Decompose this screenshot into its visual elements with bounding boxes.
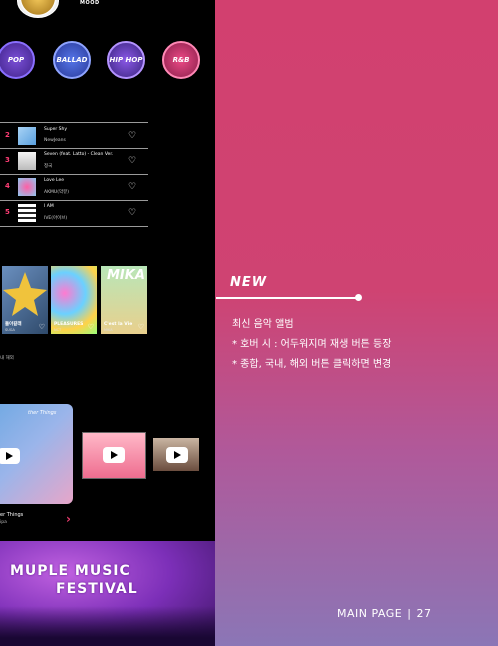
chart-row[interactable]: 3 Seven (feat. Latto) - Clean Ver. 정국 ♡ (0, 149, 148, 174)
album-cover (18, 127, 36, 145)
app-screenshot-panel: MOOD POP BALLAD HIP HOP R&B 2 Super Shy … (0, 0, 215, 646)
page-footer: MAIN PAGE | 27 (337, 607, 431, 620)
album-cover (18, 178, 36, 196)
play-icon[interactable] (0, 448, 20, 464)
chart-rank: 3 (5, 156, 10, 164)
genre-rnb-button[interactable]: R&B (162, 41, 200, 79)
album-artist: SUGA (5, 328, 15, 332)
genre-ballad-button[interactable]: BALLAD (53, 41, 91, 79)
mood-label: MOOD (80, 0, 100, 6)
song-title: I AM (44, 204, 54, 209)
footer-separator: | (407, 607, 412, 620)
chart-row[interactable]: 5 I AM IVE(아이브) ♡ (0, 201, 148, 226)
album-card[interactable]: 돌아갈래 SUGA ♡ (2, 266, 48, 334)
song-artist: IVE(아이브) (44, 216, 68, 221)
chart-rank: 4 (5, 182, 10, 190)
album-title: PLEASURES (54, 322, 84, 327)
album-cover (18, 204, 36, 222)
genre-pop-button[interactable]: POP (0, 41, 35, 79)
chart-rank: 5 (5, 208, 10, 216)
star-art-icon (3, 272, 47, 316)
album-card[interactable]: MIKA C'est la Vie MIKA ♡ (101, 266, 147, 334)
play-icon[interactable] (166, 447, 188, 463)
heart-play-icon[interactable]: ♡ (88, 323, 94, 331)
heart-play-icon[interactable]: ♡ (128, 131, 140, 141)
album-title: 돌아갈래 (5, 322, 22, 327)
album-tabs[interactable]: 내 해외 (0, 355, 14, 361)
festival-title-line1: MUPLE MUSIC (10, 563, 131, 579)
festival-banner[interactable]: MUPLE MUSIC FESTIVAL (0, 541, 215, 646)
album-card[interactable]: PLEASURES NCT ♡ (51, 266, 97, 334)
album-cover-text: MIKA (107, 268, 145, 283)
album-artist: MIKA (104, 328, 113, 332)
mood-thumbnail[interactable] (17, 0, 59, 18)
album-title: C'est la Vie (104, 322, 133, 327)
heart-play-icon[interactable]: ♡ (39, 323, 45, 331)
crowd-image (0, 606, 215, 646)
heart-play-icon[interactable]: ♡ (128, 208, 140, 218)
heading-dot (355, 294, 362, 301)
section-heading: NEW (230, 275, 268, 290)
heart-play-icon[interactable]: ♡ (138, 323, 144, 331)
chart-divider (0, 122, 148, 123)
page-number: 27 (416, 607, 432, 620)
song-artist: 정국 (44, 164, 53, 169)
genre-hiphop-button[interactable]: HIP HOP (107, 41, 145, 79)
chart-row[interactable]: 4 Love Lee AKMU(악뮤) ♡ (0, 175, 148, 200)
annotation-line: * 호버 시 : 어두워지며 재생 버튼 등장 (232, 339, 392, 350)
video-card-large[interactable]: ther Things (0, 404, 73, 504)
album-cover (18, 152, 36, 170)
heart-play-icon[interactable]: ♡ (128, 156, 140, 166)
album-artist: NCT (54, 328, 62, 332)
annotation-line: * 종합, 국내, 해외 버튼 클릭하면 변경 (232, 359, 392, 370)
video-card[interactable] (153, 438, 199, 471)
video-caption-sub: ipa (0, 520, 7, 525)
heading-underline (216, 297, 359, 299)
song-title: Love Lee (44, 178, 65, 183)
chart-rank: 2 (5, 131, 10, 139)
chart-divider (0, 226, 148, 227)
video-title-text: ther Things (28, 410, 57, 416)
video-caption-title: er Things (0, 512, 24, 518)
song-artist: NewJeans (44, 138, 66, 143)
song-artist: AKMU(악뮤) (44, 190, 69, 195)
chart-row[interactable]: 2 Super Shy NewJeans ♡ (0, 124, 148, 149)
play-icon[interactable] (103, 447, 125, 463)
heart-play-icon[interactable]: ♡ (128, 182, 140, 192)
festival-title-line2: FESTIVAL (56, 581, 138, 597)
song-title: Super Shy (44, 127, 67, 132)
chevron-right-icon[interactable]: › (66, 512, 71, 526)
footer-label: MAIN PAGE (337, 607, 403, 620)
video-card[interactable] (82, 432, 146, 479)
song-title: Seven (feat. Latto) - Clean Ver. (44, 152, 114, 157)
annotation-line: 최신 음악 앨범 (232, 319, 294, 330)
